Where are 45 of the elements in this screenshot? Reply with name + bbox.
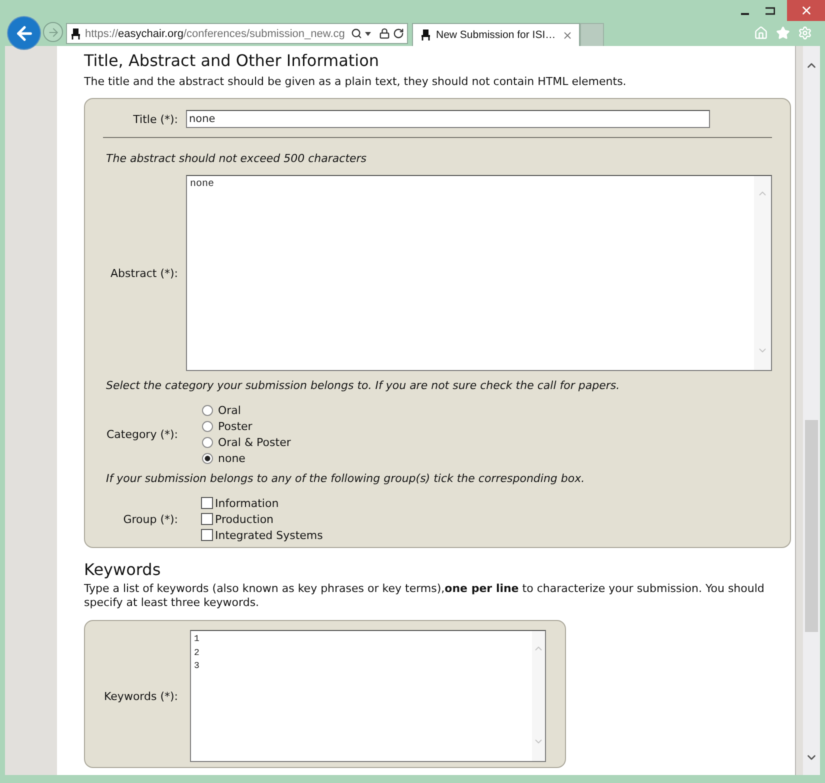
checkbox[interactable] (201, 529, 213, 541)
radio-button[interactable] (202, 436, 213, 448)
radio-button[interactable] (202, 404, 213, 416)
minimize-icon (741, 12, 749, 14)
restore-icon (765, 6, 775, 14)
close-icon (800, 4, 812, 17)
intro-text: The title and the abstract should be given as a plain text, they should not contain HTML elements. (84, 75, 628, 88)
checkbox-label[interactable]: Information (215, 496, 279, 510)
chair-icon (421, 29, 431, 41)
intro-text: Type a list of keywords (also known as key phrases or key terms),one per line to characterize your submission. You should specify at least three keywords. (84, 582, 766, 610)
browser-tab[interactable]: New Submission for ISI… (412, 23, 580, 46)
radio-button[interactable] (202, 420, 213, 432)
close-button[interactable] (787, 0, 825, 21)
radio-label[interactable]: none (218, 452, 246, 464)
scrollbar-thumb[interactable] (805, 420, 818, 632)
section-heading: Title, Abstract and Other Information (84, 52, 380, 70)
note-text: If your submission belongs to any of the following group(s) tick the corresponding box. (105, 472, 585, 485)
radio-button[interactable] (202, 452, 213, 464)
field-label: Abstract (*): (110, 266, 179, 280)
radio-label[interactable]: Oral (218, 404, 241, 416)
search-icon[interactable] (351, 28, 362, 39)
address-bar[interactable]: https://easychair.org/conferences/submission_new.cg (66, 23, 408, 44)
field-label: Category (*): (105, 428, 179, 440)
field-label: Title (*): (132, 112, 179, 126)
note-text: The abstract should not exceed 500 characters (105, 152, 367, 165)
checkbox[interactable] (201, 513, 213, 525)
caret-icon[interactable] (365, 32, 371, 36)
arrow-right-icon (46, 26, 60, 38)
checkbox[interactable] (201, 497, 213, 509)
refresh-icon[interactable] (393, 28, 404, 39)
back-button[interactable] (8, 17, 40, 49)
chair-icon (71, 28, 81, 40)
section-heading: Keywords (84, 561, 161, 579)
radio-label[interactable]: Poster (218, 420, 252, 432)
star-icon[interactable] (776, 26, 790, 40)
field-label: Keywords (*): (103, 690, 179, 702)
lock-icon[interactable] (379, 28, 390, 39)
note-text: Select the category your submission belongs to. If you are not sure check the call for papers. (105, 379, 620, 392)
field-label: Group (*): (122, 512, 179, 526)
scrollbar[interactable] (803, 46, 820, 775)
checkbox-label[interactable]: Production (215, 512, 274, 526)
title-input[interactable]: none (186, 110, 710, 128)
checkbox-label[interactable]: Integrated Systems (215, 528, 323, 542)
close-icon (562, 30, 573, 40)
radio-label[interactable]: Oral & Poster (218, 436, 291, 448)
